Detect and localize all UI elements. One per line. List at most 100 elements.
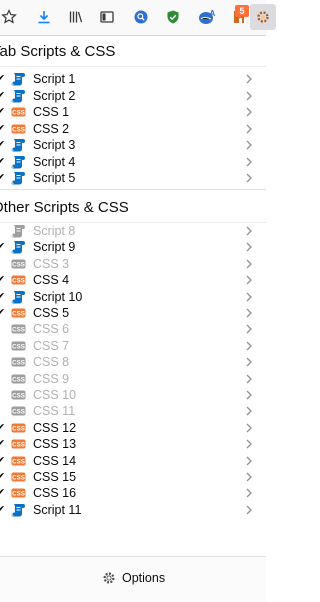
checkmark-icon: ✔ [0,122,6,135]
list-item-label: Script 2 [33,88,76,103]
gear-icon[interactable] [250,4,276,30]
list-item[interactable]: ✔ Script 9 [0,239,266,255]
list-item[interactable]: ✔ CSS CSS 16 [0,485,266,501]
chevron-right-icon[interactable] [244,487,254,499]
css-icon: CSS [11,388,26,402]
checkmark-icon: ✔ [0,241,6,254]
script-icon [11,290,26,304]
chevron-right-icon[interactable] [244,340,254,352]
star-icon[interactable] [0,4,22,30]
list-item[interactable]: CSS CSS 3 [0,256,266,272]
list-item-label: CSS 4 [33,273,70,288]
list-item-label: Script 3 [33,138,76,152]
chevron-right-icon[interactable] [244,389,254,401]
list-item[interactable]: Script 8 [0,223,266,239]
list-item[interactable]: CSS CSS 10 [0,387,266,403]
tab-section-header: Tab Scripts & CSS [0,37,266,67]
sidebar-icon[interactable] [94,4,120,30]
css-icon: CSS [11,486,26,500]
chevron-right-icon[interactable] [244,73,254,85]
svg-text:CSS: CSS [12,343,25,350]
chevron-right-icon[interactable] [244,307,254,319]
chevron-right-icon[interactable] [244,106,254,118]
chevron-right-icon[interactable] [244,438,254,450]
chevron-right-icon[interactable] [244,90,254,102]
checkmark-icon: ✔ [0,454,6,467]
list-item[interactable]: CSS CSS 11 [0,403,266,419]
script-icon [11,503,26,517]
list-item[interactable]: CSS CSS 7 [0,338,266,354]
list-item[interactable]: ✔ Script 5 [0,170,266,186]
chevron-right-icon[interactable] [244,225,254,237]
list-item[interactable]: CSS CSS 8 [0,354,266,370]
library-icon[interactable] [63,4,89,30]
checkmark-icon: ✔ [0,471,6,483]
chevron-right-icon[interactable] [244,123,254,135]
checkmark-icon: ✔ [0,139,6,151]
checkmark-icon: ✔ [0,89,6,102]
chevron-right-icon[interactable] [244,323,254,335]
script-icon [11,240,26,254]
checkmark-icon: ✔ [0,421,6,434]
list-item-label: CSS 13 [33,437,77,452]
svg-text:CSS: CSS [12,360,25,367]
css-icon: CSS [11,355,26,369]
list-item[interactable]: ✔ CSS CSS 12 [0,420,266,436]
css-icon: CSS [11,454,26,468]
chevron-right-icon[interactable] [244,455,254,467]
css-icon: CSS [11,257,26,271]
svg-text:CSS: CSS [12,110,25,117]
list-item[interactable]: CSS CSS 6 [0,321,266,337]
list-item[interactable]: CSS CSS 9 [0,371,266,387]
download-icon[interactable] [31,4,57,30]
list-item[interactable]: ✔ Script 4 [0,154,266,170]
svg-text:CSS: CSS [12,311,25,318]
shield-icon[interactable] [160,4,186,30]
list-item[interactable]: ✔ Script 3 [0,137,266,153]
chevron-right-icon[interactable] [244,422,254,434]
chevron-right-icon[interactable] [244,373,254,385]
chevron-right-icon[interactable] [244,241,254,253]
chevron-right-icon[interactable] [244,156,254,168]
list-item-label: CSS 10 [33,388,77,402]
svg-text:CSS: CSS [12,425,25,432]
search-engine-icon[interactable] [128,4,154,30]
chevron-right-icon[interactable] [244,139,254,151]
other-section-header: Other Scripts & CSS [0,193,266,223]
checkmark-icon: ✔ [0,274,6,287]
list-item[interactable]: ✔ Script 1 [0,71,266,87]
checkmark-icon: ✔ [0,307,6,319]
list-item[interactable]: ✔ CSS CSS 2 [0,121,266,137]
list-item[interactable]: ✔ Script 2 [0,88,266,104]
chevron-right-icon[interactable] [244,172,254,184]
list-item[interactable]: ✔ Script 11 [0,502,266,518]
chevron-right-icon[interactable] [244,356,254,368]
chevron-right-icon[interactable] [244,405,254,417]
css-icon: CSS [11,339,26,353]
chevron-right-icon[interactable] [244,471,254,483]
options-button[interactable]: Options [102,568,165,588]
css-icon: CSS [11,421,26,435]
svg-text:A: A [210,9,216,18]
list-item[interactable]: ✔ Script 10 [0,289,266,305]
translate-icon[interactable]: A [195,4,221,30]
list-item-label: Script 8 [33,224,76,238]
list-item-label: Script 4 [33,154,76,169]
list-item-label: CSS 3 [33,256,70,271]
chevron-right-icon[interactable] [244,258,254,270]
list-item[interactable]: ✔ CSS CSS 15 [0,469,266,485]
checkmark-icon: ✔ [0,172,6,184]
chevron-right-icon[interactable] [244,291,254,303]
list-item[interactable]: ✔ CSS CSS 14 [0,453,266,469]
list-item[interactable]: ✔ CSS CSS 4 [0,272,266,288]
chevron-right-icon[interactable] [244,274,254,286]
list-item[interactable]: ✔ CSS CSS 1 [0,104,266,120]
checkmark-icon: ✔ [0,290,6,303]
list-item[interactable]: ✔ CSS CSS 13 [0,436,266,452]
chevron-right-icon[interactable] [244,504,254,516]
tab-section-title: Tab Scripts & CSS [0,43,116,60]
list-item-label: Script 11 [33,502,82,517]
popup-footer: Options [0,556,266,602]
list-item[interactable]: ✔ CSS CSS 5 [0,305,266,321]
css-icon: CSS [11,372,26,386]
